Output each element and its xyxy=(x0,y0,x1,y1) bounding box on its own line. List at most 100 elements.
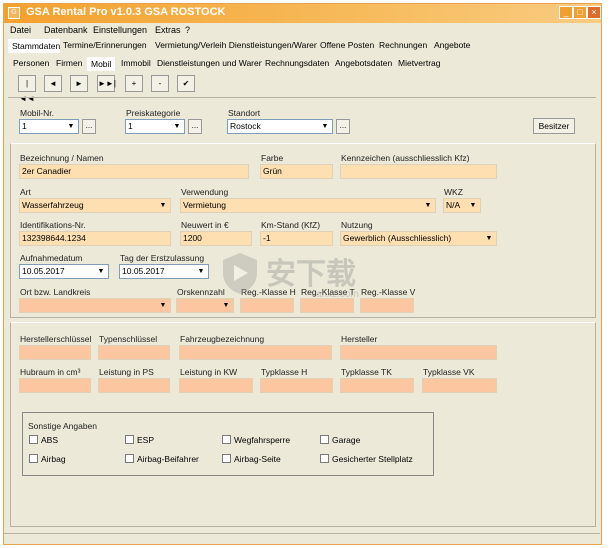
fahrzeugbezeichnung-field[interactable] xyxy=(179,345,332,360)
typenschluessel-field[interactable] xyxy=(98,345,170,360)
chevron-down-icon: ▼ xyxy=(67,123,75,130)
checkbox-box[interactable] xyxy=(29,435,38,444)
checkbox-box[interactable] xyxy=(320,454,329,463)
typenschluessel-label: Typenschlüssel xyxy=(99,334,158,344)
herstellerschluessel-field[interactable] xyxy=(19,345,91,360)
tab-mobil[interactable]: Mobil xyxy=(87,57,116,71)
standort-select[interactable]: Rostock ▼ xyxy=(227,119,333,134)
verwendung-select[interactable]: Vermietung ▼ xyxy=(180,198,436,213)
next-record-button[interactable]: ► xyxy=(70,75,88,92)
farbe-label: Farbe xyxy=(261,153,284,163)
besitzer-button[interactable]: Besitzer xyxy=(533,118,575,134)
wkz-select[interactable]: N/A ▼ xyxy=(443,198,481,213)
window-title: GSA Rental Pro v1.0.3 GSA ROSTOCK xyxy=(26,6,226,18)
previous-record-button[interactable]: ◄ xyxy=(44,75,62,92)
airbag-checkbox[interactable]: Airbag xyxy=(29,454,66,464)
tab-angebote[interactable]: Angebote xyxy=(431,39,474,53)
nutzung-select[interactable]: Gewerblich (Ausschliesslich) ▼ xyxy=(340,231,497,246)
gesicherter-stellplatz-checkbox[interactable]: Gesicherter Stellplatz xyxy=(320,454,413,464)
delete-record-button[interactable]: - xyxy=(151,75,169,92)
tab-angebotsdaten[interactable]: Angebotsdaten xyxy=(332,57,396,71)
erstzulassung-label: Tag der Erstzulassung xyxy=(120,253,205,263)
wkz-label: WKZ xyxy=(444,187,463,197)
hersteller-field[interactable] xyxy=(340,345,497,360)
tab-offene-posten[interactable]: Offene Posten xyxy=(317,39,378,53)
typklasse-h-field[interactable] xyxy=(260,378,333,393)
sonstige-title: Sonstige Angaben xyxy=(28,421,98,431)
status-bar xyxy=(4,533,600,541)
first-record-button[interactable]: |◄◄ xyxy=(18,75,36,103)
tab-firmen[interactable]: Firmen xyxy=(53,57,86,71)
esp-checkbox[interactable]: ESP xyxy=(125,435,154,445)
leistung-kw-field[interactable] xyxy=(179,378,253,393)
menu-datenbank[interactable]: Datenbank xyxy=(44,25,88,35)
checkbox-box[interactable] xyxy=(125,435,134,444)
mobil-nr-browse-button[interactable]: ... xyxy=(82,119,96,134)
farbe-field[interactable]: Grün xyxy=(260,164,333,179)
app-icon: G xyxy=(8,7,20,19)
esp-label: ESP xyxy=(137,435,155,445)
ort-select[interactable]: ▼ xyxy=(19,298,171,313)
neuwert-label: Neuwert in € xyxy=(181,220,229,230)
tab-dienstleistungen[interactable]: Dienstleistungen und Waren xyxy=(154,57,267,71)
tab-termine[interactable]: Termine/Erinnerungen xyxy=(60,39,150,53)
menu-extras[interactable]: Extras xyxy=(155,25,181,35)
checkbox-box[interactable] xyxy=(222,435,231,444)
kmstand-field[interactable]: -1 xyxy=(260,231,333,246)
checkbox-box[interactable] xyxy=(29,454,38,463)
airbag-seite-checkbox[interactable]: Airbag-Seite xyxy=(222,454,281,464)
bezeichnung-field[interactable]: 2er Canadier xyxy=(19,164,249,179)
chevron-down-icon: ▼ xyxy=(424,202,432,209)
art-value: Wasserfahrzeug xyxy=(22,200,84,210)
checkbox-box[interactable] xyxy=(320,435,329,444)
tab-stammdaten[interactable]: Stammdaten xyxy=(8,39,65,53)
neuwert-field[interactable]: 1200 xyxy=(180,231,252,246)
minimize-icon[interactable]: _ xyxy=(559,6,573,19)
tab-personen[interactable]: Personen xyxy=(10,57,53,71)
close-icon[interactable]: × xyxy=(587,6,601,19)
abs-checkbox[interactable]: ABS xyxy=(29,435,58,445)
tab-immobil[interactable]: Immobil xyxy=(118,57,154,71)
kennzeichen-field[interactable] xyxy=(340,164,497,179)
garage-label: Garage xyxy=(332,435,361,445)
hubraum-field[interactable] xyxy=(19,378,91,393)
leistung-ps-field[interactable] xyxy=(98,378,170,393)
preiskategorie-browse-button[interactable]: ... xyxy=(188,119,202,134)
tab-rechnungsdaten[interactable]: Rechnungsdaten xyxy=(262,57,333,71)
airbag-seite-label: Airbag-Seite xyxy=(234,454,281,464)
maximize-icon[interactable]: □ xyxy=(573,6,587,19)
preiskategorie-select[interactable]: 1 ▼ xyxy=(125,119,185,134)
art-select[interactable]: Wasserfahrzeug ▼ xyxy=(19,198,171,213)
menu-einstellungen[interactable]: Einstellungen xyxy=(93,25,147,35)
erstzulassung-picker[interactable]: 10.05.2017 ▼ xyxy=(119,264,209,279)
aufnahmedatum-picker[interactable]: 10.05.2017 ▼ xyxy=(19,264,109,279)
divider xyxy=(8,97,596,98)
wegfahrsperre-label: Wegfahrsperre xyxy=(234,435,291,445)
garage-checkbox[interactable]: Garage xyxy=(320,435,360,445)
airbag-beifahrer-checkbox[interactable]: Airbag-Beifahrer xyxy=(125,454,199,464)
standort-value: Rostock xyxy=(230,121,261,131)
tab-mietvertrag[interactable]: Mietvertrag xyxy=(395,57,444,71)
mobil-nr-label: Mobil-Nr. xyxy=(20,108,55,118)
menu-datei[interactable]: Datei xyxy=(10,25,31,35)
chevron-down-icon: ▼ xyxy=(173,123,181,130)
last-record-button[interactable]: ►►| xyxy=(97,75,116,92)
add-record-button[interactable]: + xyxy=(125,75,143,92)
checkbox-box[interactable] xyxy=(125,454,134,463)
chevron-down-icon: ▼ xyxy=(469,202,477,209)
standort-browse-button[interactable]: ... xyxy=(336,119,350,134)
confirm-record-button[interactable]: ✔ xyxy=(177,75,195,92)
tab-vermietung[interactable]: Vermietung/Verleih Dienstleistungen/Ware… xyxy=(152,39,322,53)
tab-rechnungen[interactable]: Rechnungen xyxy=(376,39,431,53)
title-bar: G GSA Rental Pro v1.0.3 GSA ROSTOCK _ □ … xyxy=(4,4,601,23)
checkbox-box[interactable] xyxy=(222,454,231,463)
erstzulassung-value: 10.05.2017 xyxy=(122,266,165,276)
watermark: 安下载 anxz.com xyxy=(220,245,390,315)
menu-help[interactable]: ? xyxy=(185,25,190,35)
ort-label: Ort bzw. Landkreis xyxy=(20,287,91,297)
mobil-nr-select[interactable]: 1 ▼ xyxy=(19,119,79,134)
typklasse-vk-field[interactable] xyxy=(422,378,497,393)
ident-field[interactable]: 132398644.1234 xyxy=(19,231,171,246)
typklasse-tk-field[interactable] xyxy=(340,378,414,393)
wegfahrsperre-checkbox[interactable]: Wegfahrsperre xyxy=(222,435,290,445)
